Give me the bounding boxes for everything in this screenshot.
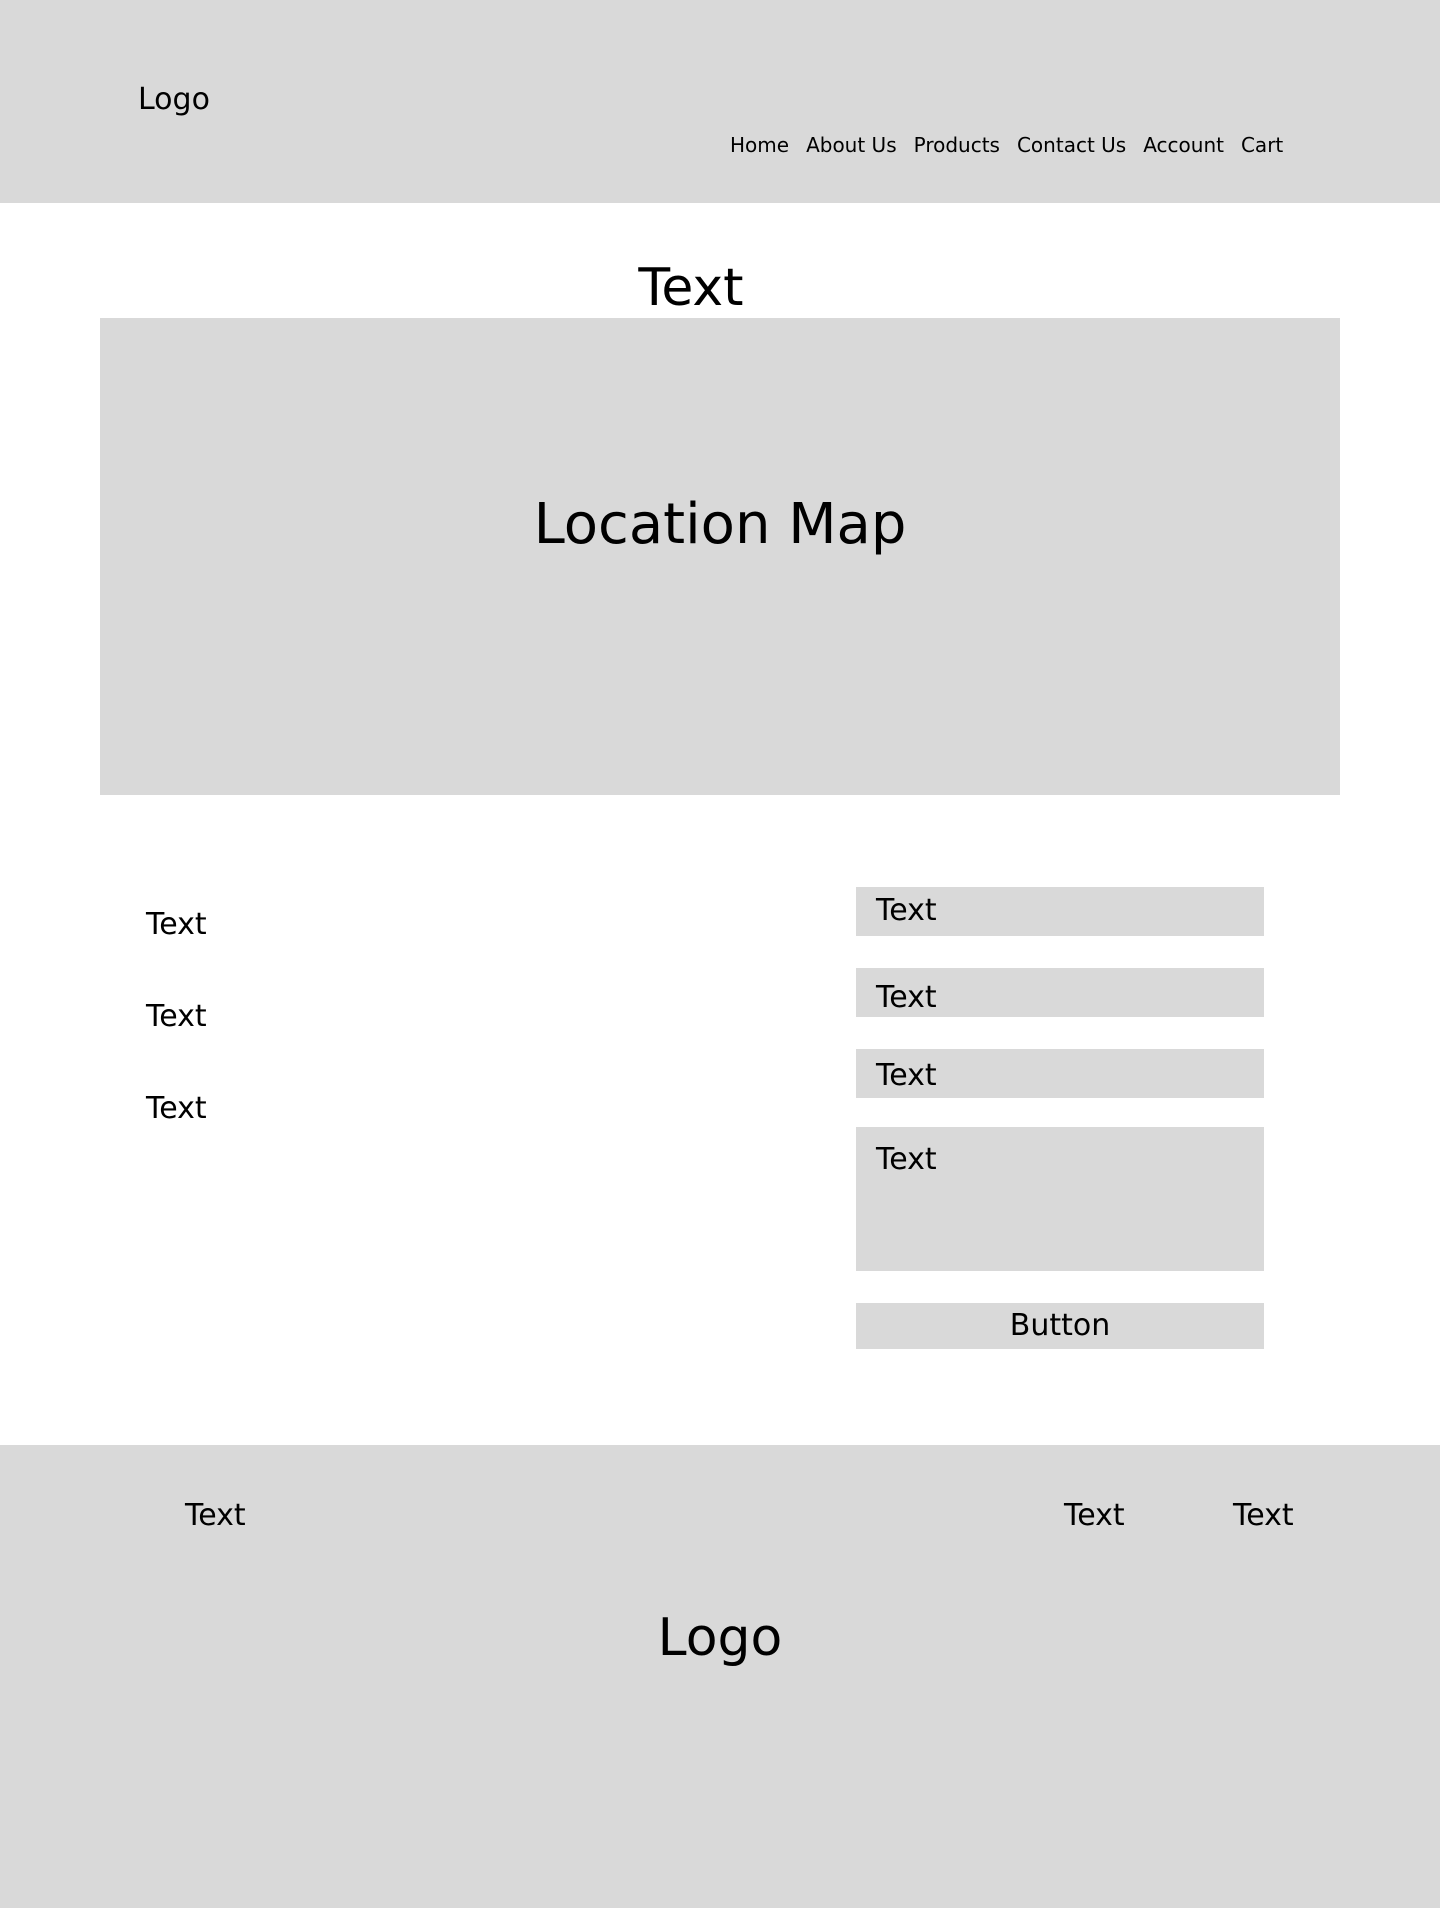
page-title: Text bbox=[638, 258, 744, 318]
nav-item-products[interactable]: Products bbox=[914, 132, 1000, 158]
submit-button[interactable]: Button bbox=[856, 1303, 1264, 1349]
footer-link[interactable]: Text bbox=[185, 1498, 246, 1534]
nav-item-about-us[interactable]: About Us bbox=[806, 132, 897, 158]
message-field[interactable]: Text bbox=[856, 1127, 1264, 1271]
nav-item-contact-us[interactable]: Contact Us bbox=[1017, 132, 1126, 158]
form-field-label: Text bbox=[876, 1142, 937, 1177]
form-field-1[interactable]: Text bbox=[856, 887, 1264, 936]
page: Logo Home About Us Products Contact Us A… bbox=[0, 0, 1440, 1908]
form-field-3[interactable]: Text bbox=[856, 1049, 1264, 1098]
form-field-label: Text bbox=[876, 980, 937, 1015]
nav-item-account[interactable]: Account bbox=[1143, 132, 1224, 158]
contact-info-item: Text bbox=[146, 999, 207, 1034]
main-nav: Home About Us Products Contact Us Accoun… bbox=[730, 132, 1283, 158]
form-field-label: Text bbox=[876, 893, 937, 928]
map-label: Location Map bbox=[533, 492, 907, 557]
nav-item-home[interactable]: Home bbox=[730, 132, 789, 158]
location-map[interactable]: Location Map bbox=[100, 318, 1340, 795]
nav-item-cart[interactable]: Cart bbox=[1241, 132, 1283, 158]
footer-link[interactable]: Text bbox=[1064, 1498, 1125, 1534]
form-field-2[interactable]: Text bbox=[856, 968, 1264, 1017]
contact-info-item: Text bbox=[146, 1091, 207, 1126]
form-field-label: Text bbox=[876, 1058, 937, 1093]
header-logo[interactable]: Logo bbox=[138, 82, 210, 118]
contact-info-item: Text bbox=[146, 907, 207, 942]
footer-logo: Logo bbox=[657, 1608, 783, 1668]
site-header: Logo Home About Us Products Contact Us A… bbox=[0, 0, 1440, 203]
footer-link[interactable]: Text bbox=[1233, 1498, 1294, 1534]
site-footer: Text Text Text Logo bbox=[0, 1445, 1440, 1908]
